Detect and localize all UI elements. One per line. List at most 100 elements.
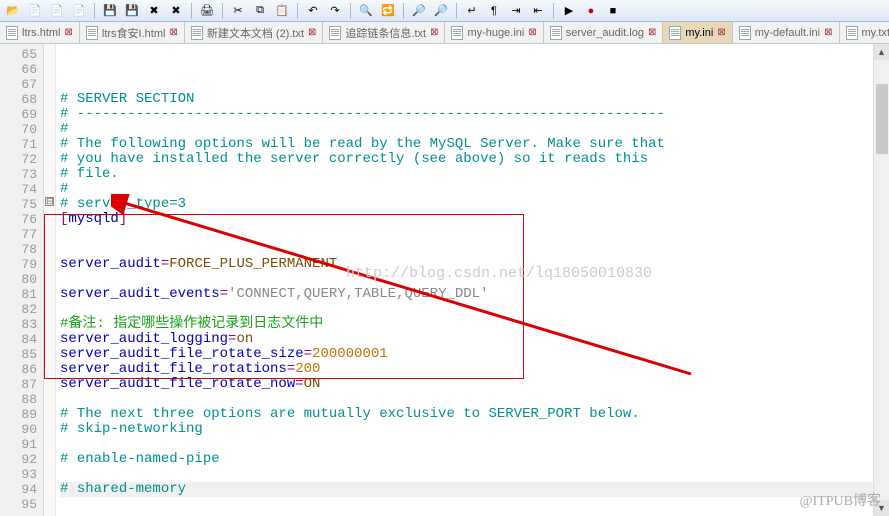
- find-icon[interactable]: 🔍: [357, 2, 375, 20]
- watermark-corner: @ITPUB博客: [800, 490, 881, 510]
- macro-stop-icon[interactable]: ■: [604, 2, 622, 20]
- undo-icon[interactable]: ↶: [304, 2, 322, 20]
- tab-label: my.txt: [862, 27, 889, 39]
- code-area[interactable]: # SERVER SECTION # ---------------------…: [56, 44, 889, 516]
- code-line: # The next three options are mutually ex…: [60, 406, 640, 422]
- code-line: # shared-memory: [60, 482, 889, 497]
- macro-play-icon[interactable]: ▶: [560, 2, 578, 20]
- tab-close-icon[interactable]: ⊠: [169, 27, 177, 38]
- line-number: 83: [0, 317, 43, 332]
- line-number: 78: [0, 242, 43, 257]
- line-number: 79: [0, 257, 43, 272]
- close-all-icon[interactable]: ✖: [167, 2, 185, 20]
- tab-ltrs-shian[interactable]: ltrs食安I.html⊠: [80, 22, 185, 43]
- code-line: # file.: [60, 166, 119, 182]
- tab-my-ini[interactable]: my.ini ⊠: [663, 22, 732, 43]
- zoom-out-icon[interactable]: 🔎: [432, 2, 450, 20]
- tab-close-icon[interactable]: ⊠: [824, 27, 832, 38]
- tab-close-icon[interactable]: ⊠: [528, 27, 536, 38]
- line-number: 88: [0, 392, 43, 407]
- tab-my-txt[interactable]: my.txt⊠: [840, 22, 889, 43]
- tab-close-icon[interactable]: ⊠: [648, 27, 656, 38]
- file-icon: [6, 26, 18, 40]
- tab-newtext[interactable]: 新建文本文档 (2).txt⊠: [185, 22, 324, 43]
- cut-icon[interactable]: ✂: [229, 2, 247, 20]
- line-number: 95: [0, 497, 43, 512]
- scroll-thumb[interactable]: [876, 84, 888, 154]
- line-gutter: 6566676869707172737475767778798081828384…: [0, 44, 44, 516]
- line-number: 76: [0, 212, 43, 227]
- scroll-up-icon[interactable]: ▲: [874, 44, 889, 60]
- tab-label: 追踪链条信息.txt: [345, 25, 426, 41]
- save-icon[interactable]: 💾: [101, 2, 119, 20]
- indent-icon[interactable]: ⇥: [507, 2, 525, 20]
- close-icon[interactable]: ✖: [145, 2, 163, 20]
- code-line: # you have installed the server correctl…: [60, 151, 648, 167]
- outdent-icon[interactable]: ⇤: [529, 2, 547, 20]
- line-number: 94: [0, 482, 43, 497]
- code-line: # The following options will be read by …: [60, 136, 665, 152]
- code-line: [mysqld]: [60, 211, 127, 227]
- tab-close-icon[interactable]: ⊠: [65, 27, 73, 38]
- line-number: 73: [0, 167, 43, 182]
- code-line: server_audit_events='CONNECT,QUERY,TABLE…: [60, 286, 489, 302]
- save-all-icon[interactable]: 💾: [123, 2, 141, 20]
- code-line: server_audit_file_rotate_now=ON: [60, 376, 320, 392]
- code-line: # --------------------------------------…: [60, 106, 665, 122]
- separator: [403, 3, 404, 19]
- file-icon: [846, 26, 858, 40]
- tab-trace[interactable]: 追踪链条信息.txt ⊠: [323, 22, 445, 43]
- code-line: server_audit=FORCE_PLUS_PERMANENT: [60, 256, 337, 272]
- line-number: 71: [0, 137, 43, 152]
- toolbar: 📂 📄 📄 📄 💾 💾 ✖ ✖ 🖨 ✂ ⧉ 📋 ↶ ↷ 🔍 🔁 🔎 🔎 ↵ ¶ …: [0, 0, 889, 22]
- line-number: 87: [0, 377, 43, 392]
- separator: [94, 3, 95, 19]
- code-line: #: [60, 181, 68, 197]
- chars-icon[interactable]: ¶: [485, 2, 503, 20]
- separator: [456, 3, 457, 19]
- file-icon: [329, 26, 341, 40]
- document-edit-icon[interactable]: 📄: [70, 2, 88, 20]
- code-line: # SERVER SECTION: [60, 91, 194, 107]
- copy-icon[interactable]: ⧉: [251, 2, 269, 20]
- line-number: 74: [0, 182, 43, 197]
- line-number: 77: [0, 227, 43, 242]
- zoom-in-icon[interactable]: 🔎: [410, 2, 428, 20]
- redo-icon[interactable]: ↷: [326, 2, 344, 20]
- file-icon: [550, 26, 562, 40]
- tab-close-icon[interactable]: ⊠: [308, 27, 316, 38]
- line-number: 92: [0, 452, 43, 467]
- code-line: # enable-named-pipe: [60, 451, 220, 467]
- file-icon: [191, 26, 203, 40]
- vertical-scrollbar[interactable]: ▲ ▼: [873, 44, 889, 516]
- file-icon: [86, 26, 98, 40]
- tab-my-huge[interactable]: my-huge.ini ⊠: [445, 22, 543, 43]
- document-icon[interactable]: 📄: [26, 2, 44, 20]
- document-add-icon[interactable]: 📄: [48, 2, 66, 20]
- tab-label: my-huge.ini: [467, 27, 524, 39]
- tab-ltrs-html[interactable]: ltrs.html⊠: [0, 22, 80, 43]
- folder-open-icon[interactable]: 📂: [4, 2, 22, 20]
- tab-close-icon[interactable]: ⊠: [430, 27, 438, 38]
- tab-bar: ltrs.html⊠ ltrs食安I.html⊠ 新建文本文档 (2).txt⊠…: [0, 22, 889, 44]
- tab-server-audit[interactable]: server_audit.log⊠: [544, 22, 664, 43]
- fold-minus-icon[interactable]: ⊟: [45, 197, 54, 206]
- fold-column: ⊟: [44, 44, 56, 516]
- line-number: 91: [0, 437, 43, 452]
- replace-icon[interactable]: 🔁: [379, 2, 397, 20]
- separator: [297, 3, 298, 19]
- line-number: 65: [0, 47, 43, 62]
- print-icon[interactable]: 🖨: [198, 2, 216, 20]
- line-number: 85: [0, 347, 43, 362]
- separator: [350, 3, 351, 19]
- line-number: 81: [0, 287, 43, 302]
- line-number: 66: [0, 62, 43, 77]
- tab-label: my.ini: [685, 27, 713, 39]
- macro-record-icon[interactable]: ●: [582, 2, 600, 20]
- line-number: 86: [0, 362, 43, 377]
- line-number: 84: [0, 332, 43, 347]
- tab-close-icon[interactable]: ⊠: [717, 27, 725, 38]
- paste-icon[interactable]: 📋: [273, 2, 291, 20]
- wrap-icon[interactable]: ↵: [463, 2, 481, 20]
- tab-my-default[interactable]: my-default.ini⊠: [733, 22, 840, 43]
